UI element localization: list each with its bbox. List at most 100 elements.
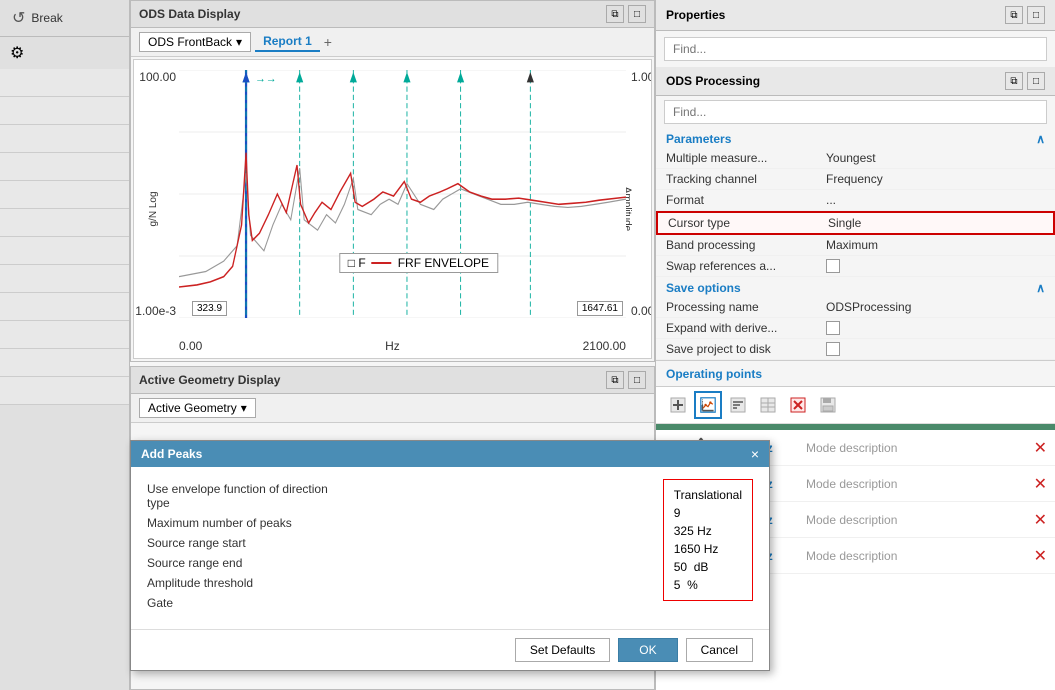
gear-button[interactable]: ⚙: [10, 43, 24, 63]
cancel-button[interactable]: Cancel: [686, 638, 753, 662]
ok-button[interactable]: OK: [618, 638, 677, 662]
dialog-value-row-range-start: 325 Hz: [674, 522, 742, 540]
ods-restore-button[interactable]: ⧉: [1005, 72, 1023, 90]
prop-value-format[interactable]: ...: [826, 193, 1045, 207]
dialog-footer: Set Defaults OK Cancel: [131, 629, 769, 670]
agd-tab-name: Active Geometry: [148, 401, 237, 415]
ods-tab-name: ODS FrontBack: [148, 35, 232, 49]
dialog-titlebar: Add Peaks ×: [131, 441, 769, 467]
panel-controls: ⧉ □: [606, 5, 646, 23]
properties-maximize-button[interactable]: □: [1027, 6, 1045, 24]
properties-title: Properties: [666, 8, 725, 22]
sidebar-row: [0, 125, 129, 153]
refresh-icon: ↺: [12, 8, 25, 28]
ods-data-display-panel: ODS Data Display ⧉ □ ODS FrontBack ▾ Rep…: [130, 0, 655, 362]
dialog-body: Use envelope function of direction type …: [131, 467, 769, 629]
op-sort-button[interactable]: [724, 391, 752, 419]
properties-restore-button[interactable]: ⧉: [1005, 6, 1023, 24]
agd-dropdown-arrow-icon: ▾: [241, 401, 247, 415]
op-add-button[interactable]: [664, 391, 692, 419]
operating-points-toolbar: [656, 387, 1055, 424]
dialog-field-range-end: Source range end: [147, 553, 655, 573]
panel-restore-button[interactable]: ⧉: [606, 5, 624, 23]
y-val-bot: 1.00e-3: [135, 304, 176, 318]
dialog-close-button[interactable]: ×: [751, 446, 759, 462]
save-op-icon: [820, 397, 836, 413]
ods-processing-title: ODS Processing: [666, 74, 760, 88]
add-point-icon: [670, 397, 686, 413]
properties-search-input[interactable]: [664, 37, 1047, 61]
prop-label-swap-references: Swap references a...: [666, 259, 826, 273]
op-save-button[interactable]: [814, 391, 842, 419]
sidebar-row: [0, 265, 129, 293]
ods-maximize-button[interactable]: □: [1027, 72, 1045, 90]
field-envelope-label: Use envelope function of direction type: [147, 482, 347, 510]
legend-frf-label: FRF ENVELOPE: [398, 256, 489, 270]
prop-row-swap-references: Swap references a...: [656, 256, 1055, 277]
sidebar-row: [0, 181, 129, 209]
prop-row-expand-derive: Expand with derive...: [656, 318, 1055, 339]
agd-tab-dropdown[interactable]: Active Geometry ▾: [139, 398, 256, 418]
agd-maximize-button[interactable]: □: [628, 371, 646, 389]
dialog-field-gate: Gate: [147, 593, 655, 613]
value-amplitude: 50 dB: [674, 560, 709, 574]
prop-value-cursor-type[interactable]: Single: [828, 216, 1043, 230]
panel-maximize-button[interactable]: □: [628, 5, 646, 23]
field-gate-label: Gate: [147, 596, 347, 610]
save-options-label: Save options: [666, 281, 741, 295]
prop-row-multiple-measure: Multiple measure... Youngest: [656, 148, 1055, 169]
op-delete-button[interactable]: [784, 391, 812, 419]
dialog-value-box: Translational 9 325 Hz 1650 Hz 50 dB: [663, 479, 753, 601]
save-options-collapse-icon[interactable]: ∧: [1036, 281, 1045, 295]
op-desc-3: Mode description: [806, 513, 1026, 527]
prop-label-tracking-channel: Tracking channel: [666, 172, 826, 186]
field-peaks-label: Maximum number of peaks: [147, 516, 347, 530]
prop-value-processing-name[interactable]: ODSProcessing: [826, 300, 1045, 314]
op-delete-button-2[interactable]: ✕: [1034, 474, 1047, 494]
prop-label-band-processing: Band processing: [666, 238, 826, 252]
parameters-collapse-icon[interactable]: ∧: [1036, 132, 1045, 146]
chart-xaxis: 0.00 Hz 2100.00: [179, 339, 626, 353]
op-table-button[interactable]: [754, 391, 782, 419]
dialog-field-envelope: Use envelope function of direction type: [147, 479, 655, 513]
set-defaults-button[interactable]: Set Defaults: [515, 638, 610, 662]
ods-panel-title: ODS Data Display: [139, 7, 240, 21]
prop-checkbox-expand-derive[interactable]: [826, 321, 840, 335]
agd-tab-bar: Active Geometry ▾: [131, 394, 654, 423]
prop-value-multiple-measure[interactable]: Youngest: [826, 151, 1045, 165]
ods-tab-dropdown[interactable]: ODS FrontBack ▾: [139, 32, 251, 52]
chart-container: 100.00 1.00e-3 1.00 0.00 g/N Log Amplitu…: [133, 59, 652, 359]
prop-value-band-processing[interactable]: Maximum: [826, 238, 1045, 252]
dialog-value-row-gate: 5 %: [674, 576, 742, 594]
cursor-label-left: 323.9: [192, 301, 227, 316]
break-button[interactable]: ↺ Break: [0, 0, 129, 37]
properties-header: Properties ⧉ □: [656, 0, 1055, 31]
op-desc-2: Mode description: [806, 477, 1026, 491]
center-area: ODS Data Display ⧉ □ ODS FrontBack ▾ Rep…: [130, 0, 655, 690]
op-delete-button-1[interactable]: ✕: [1034, 438, 1047, 458]
dropdown-arrow-icon: ▾: [236, 35, 242, 49]
prop-label-save-project: Save project to disk: [666, 342, 826, 356]
field-range-end-label: Source range end: [147, 556, 347, 570]
xaxis-hz: Hz: [385, 339, 400, 353]
prop-checkbox-save-project[interactable]: [826, 342, 840, 356]
sidebar-row: [0, 69, 129, 97]
report-tab[interactable]: Report 1: [255, 32, 320, 52]
prop-value-tracking-channel[interactable]: Frequency: [826, 172, 1045, 186]
legend-line: [372, 262, 392, 264]
xaxis-end: 2100.00: [583, 339, 626, 353]
value-peaks: 9: [674, 506, 681, 520]
ods-processing-search-input[interactable]: [664, 100, 1047, 124]
op-chart-button[interactable]: [694, 391, 722, 419]
prop-row-save-project: Save project to disk: [656, 339, 1055, 360]
op-delete-button-3[interactable]: ✕: [1034, 510, 1047, 530]
agd-restore-button[interactable]: ⧉: [606, 371, 624, 389]
op-delete-button-4[interactable]: ✕: [1034, 546, 1047, 566]
sort-icon: [730, 397, 746, 413]
y-val-top: 100.00: [139, 70, 176, 84]
chart-plot-area: →→ □ F FRF ENVELOPE: [179, 70, 626, 318]
break-label: Break: [31, 11, 62, 25]
prop-checkbox-swap-references[interactable]: [826, 259, 840, 273]
cursor-label-right: 1647.61: [577, 301, 623, 316]
add-tab-button[interactable]: +: [324, 34, 332, 50]
